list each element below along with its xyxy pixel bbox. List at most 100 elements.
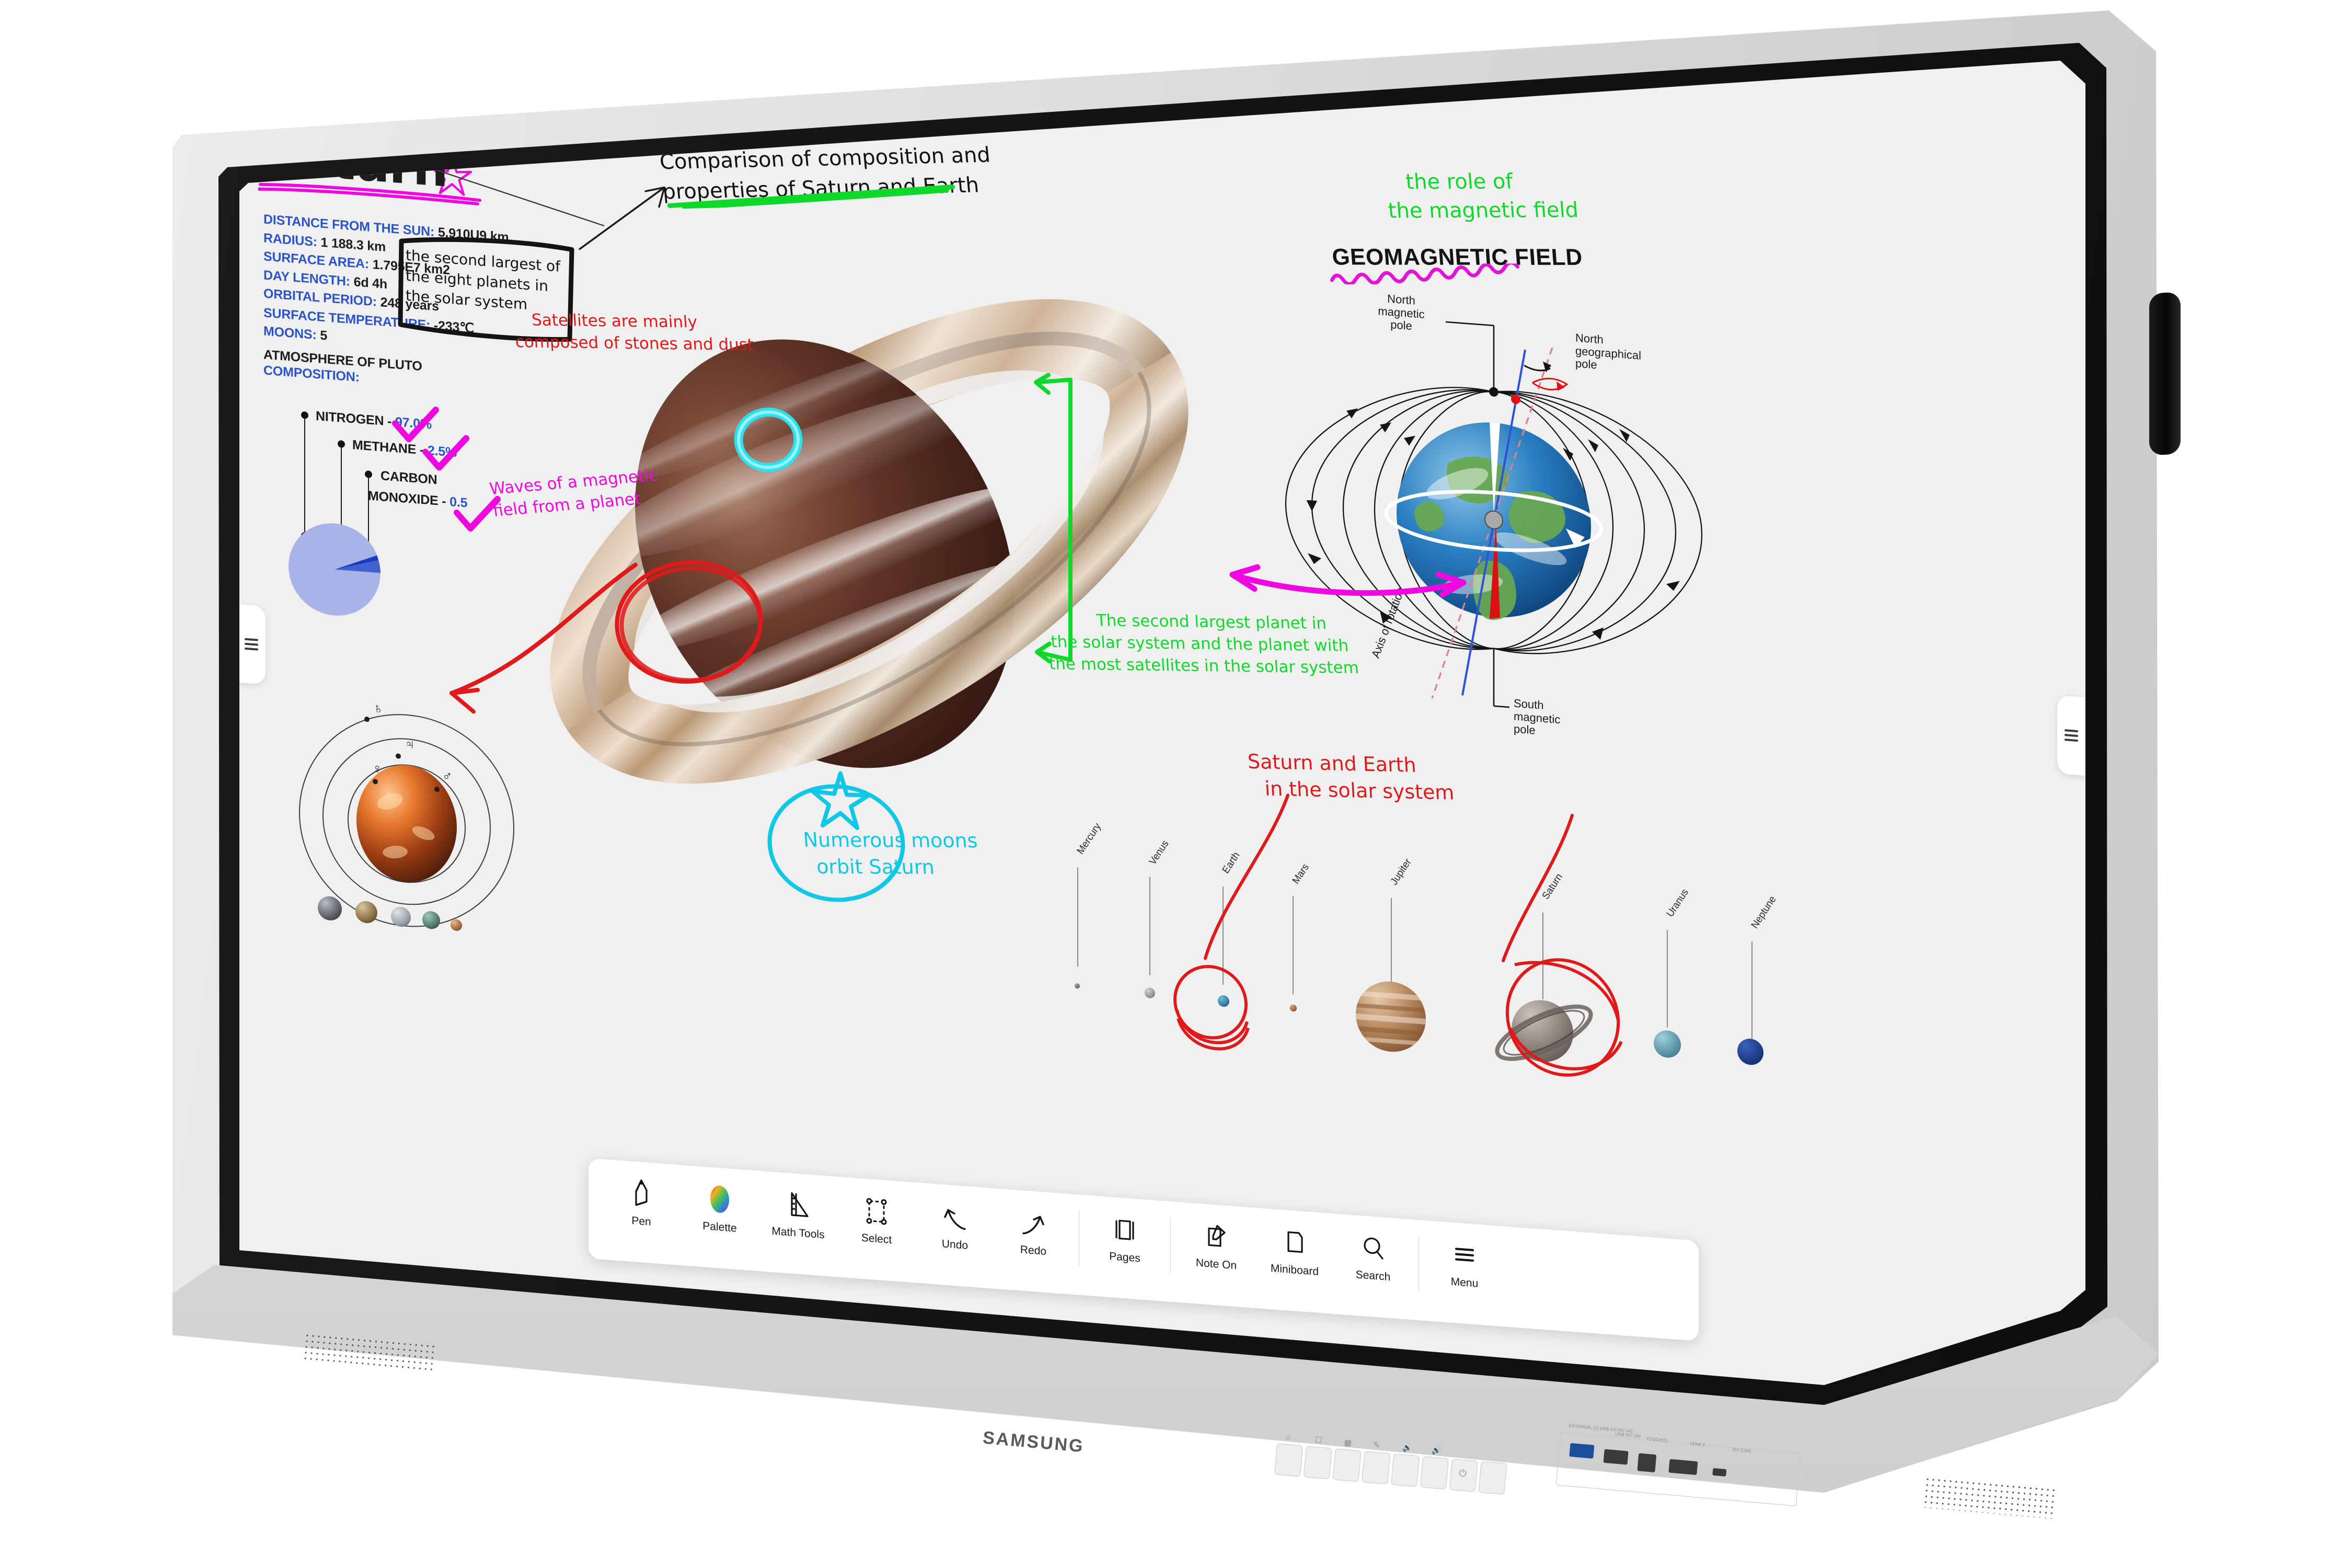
planet-jupiter-bands: [1356, 990, 1426, 1046]
tool-label: Redo: [1020, 1243, 1047, 1258]
planet-label: Neptune: [1749, 894, 1779, 931]
port-usb-2[interactable]: [1603, 1449, 1629, 1465]
key-volume-up[interactable]: [1420, 1456, 1449, 1490]
tool-label: Undo: [941, 1238, 969, 1252]
planet-body-uranus: [1654, 1029, 1681, 1059]
composition-bullet: [301, 411, 308, 419]
tool-pen[interactable]: Pen: [602, 1159, 681, 1279]
search-icon: [1359, 1229, 1387, 1267]
power-icon: ⏻: [1458, 1468, 1467, 1479]
north-magnetic-pole-label: North magnetic pole: [1378, 292, 1425, 333]
redo-arrow-icon: [1019, 1204, 1047, 1241]
source-icon: ☐: [1315, 1435, 1323, 1445]
tool-menu[interactable]: Menu: [1425, 1220, 1504, 1340]
orbit-symbol-saturn: ♄: [373, 700, 384, 717]
south-magnetic-pole-label: South magnetic pole: [1514, 696, 1561, 737]
lasso-select-icon: [863, 1192, 890, 1230]
tool-search[interactable]: Search: [1334, 1214, 1412, 1333]
note-on-icon: [1203, 1217, 1230, 1255]
volume-down-icon: 🔈: [1402, 1443, 1413, 1453]
pages-icon: [1111, 1210, 1138, 1248]
tool-label: Pages: [1109, 1250, 1140, 1265]
hamburger-menu-icon: [1451, 1236, 1478, 1274]
magnetic-field-heading: the role of the magnetic field: [1387, 169, 1579, 223]
tool-label: Menu: [1450, 1275, 1479, 1290]
orbit-symbol-jupiter: ♃: [405, 735, 415, 752]
right-menu-tab[interactable]: [2057, 695, 2085, 776]
tool-pages[interactable]: Pages: [1086, 1195, 1164, 1315]
key-note[interactable]: [1362, 1451, 1391, 1485]
note-box-text: the second largest of the eight planets …: [406, 246, 561, 314]
hamburger-menu-icon: [245, 636, 258, 653]
planet-tick: [1149, 877, 1150, 975]
tool-label: Math Tools: [771, 1225, 825, 1241]
home-icon: ⌂: [1285, 1432, 1292, 1442]
tool-label: Pen: [631, 1214, 651, 1228]
orbit-symbol-mars: ♂: [442, 767, 453, 785]
palette-icon: [706, 1181, 733, 1218]
key-home[interactable]: [1274, 1443, 1303, 1477]
key-blank[interactable]: [1478, 1461, 1507, 1495]
red-loop-earth: [1173, 965, 1250, 1051]
tool-math-tools[interactable]: Math Tools: [759, 1171, 837, 1290]
samsung-logo: SAMSUNG: [982, 1427, 1086, 1457]
miniboard-icon: [1281, 1223, 1308, 1261]
toolbar-separator: [1170, 1217, 1171, 1274]
annotation-satellites: Satellites are mainly composed of stones…: [514, 310, 755, 354]
planet-label: Uranus: [1664, 886, 1691, 919]
port-micro-usb[interactable]: [1712, 1468, 1727, 1477]
key-capture[interactable]: [1332, 1448, 1362, 1482]
samsung-flip-display: Saturn DISTANCE FROM THE SUN: 5.910U9 km…: [0, 0, 2352, 1568]
red-loop-saturn: [1505, 958, 1623, 1077]
atmosphere-composition-block: ATMOSPHERE OF PLUTO COMPOSITION:: [263, 347, 422, 390]
red-leader-line-saturn: [1502, 813, 1574, 963]
tool-label: Miniboard: [1270, 1262, 1319, 1278]
tool-note-on[interactable]: Note On: [1177, 1202, 1255, 1322]
earth-magnetic-field-diagram: North magnetic pole North geographical p…: [1264, 268, 1724, 773]
port-label-touch: TOUCH(2): [1646, 1436, 1668, 1443]
tool-undo[interactable]: Undo: [916, 1182, 994, 1302]
composition-bullet: [338, 440, 345, 448]
planet-body-mercury: [1075, 983, 1080, 989]
planet-tick: [1391, 898, 1392, 985]
tool-palette[interactable]: Palette: [681, 1165, 759, 1285]
tool-redo[interactable]: Redo: [994, 1189, 1073, 1308]
planet-body-venus: [1145, 987, 1155, 999]
saturn-moons-orbit-diagram: ♄ ♃ ♀ ♂: [296, 682, 521, 949]
port-hdmi[interactable]: [1668, 1459, 1698, 1475]
planet-body-neptune: [1737, 1037, 1763, 1066]
red-circle-highlight: [615, 560, 763, 684]
planet-body-mars: [1290, 1004, 1297, 1012]
composition-pie-chart: [289, 523, 381, 616]
cyan-circle-highlight: [767, 771, 905, 902]
ruler-icon: [785, 1186, 812, 1224]
planet-size-comparison: Mercury Venus Earth Mars Jupiter Saturn …: [1055, 816, 1797, 1091]
planet-label: Jupiter: [1388, 856, 1414, 887]
tool-label: Note On: [1195, 1256, 1237, 1272]
tool-miniboard[interactable]: Miniboard: [1255, 1208, 1334, 1328]
note-icon: ✎: [1373, 1440, 1380, 1450]
composition-bullet: [365, 470, 372, 478]
note-to-title-arrow: [579, 186, 665, 250]
side-handle: [2149, 292, 2181, 456]
red-leader-line-earth: [1204, 793, 1289, 960]
left-menu-tab[interactable]: [239, 604, 266, 685]
port-usb-3[interactable]: [1569, 1443, 1595, 1459]
planet-tick: [1667, 930, 1668, 1028]
speaker-grille-right: [1922, 1476, 2056, 1519]
planet-tick: [1751, 941, 1753, 1039]
orbit-symbol-venus: ♀: [372, 760, 383, 777]
capture-icon: ▦: [1344, 1438, 1352, 1448]
key-source[interactable]: [1303, 1446, 1332, 1480]
planet-label: Mercury: [1075, 821, 1103, 857]
key-volume-down[interactable]: [1391, 1453, 1420, 1488]
tool-select[interactable]: Select: [837, 1177, 916, 1296]
port-touch-usb-b[interactable]: [1637, 1453, 1657, 1473]
undo-arrow-icon: [941, 1198, 969, 1236]
port-label-hdmi: HDMI 2: [1689, 1440, 1705, 1448]
whiteboard-canvas[interactable]: Saturn DISTANCE FROM THE SUN: 5.910U9 km…: [239, 61, 2085, 1385]
port-label-power-out: (5V 0.5A): [1732, 1446, 1751, 1454]
composition-leader-line: [304, 419, 305, 535]
planet-tick: [1077, 867, 1078, 967]
planet-label: Venus: [1147, 838, 1171, 868]
